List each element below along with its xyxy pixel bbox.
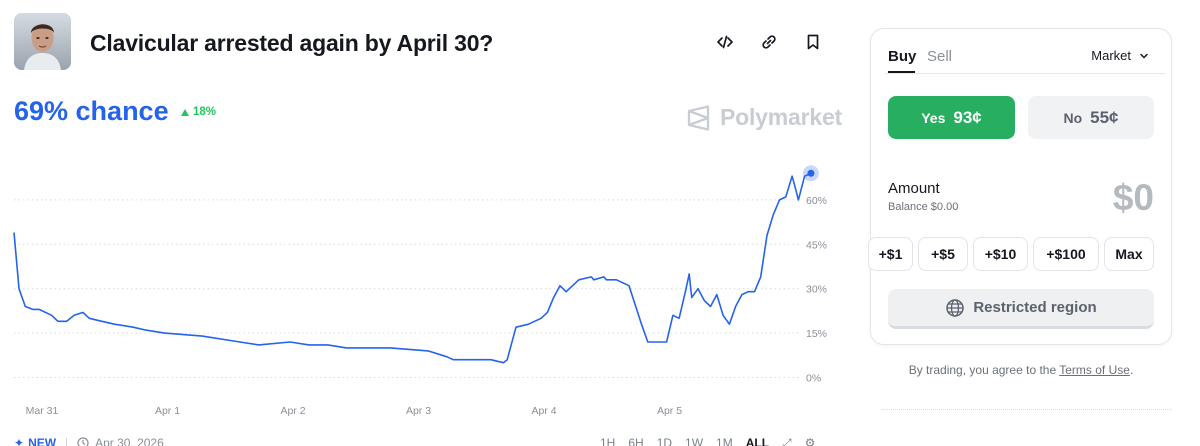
yes-price: 93¢ (953, 107, 982, 127)
market-avatar (14, 13, 71, 70)
range-all[interactable]: ALL (746, 436, 769, 446)
terms-notice: By trading, you agree to the Terms of Us… (870, 363, 1172, 377)
range-1w[interactable]: 1W (685, 436, 703, 446)
trade-panel: Buy Sell Market Yes 93¢ No 55¢ Amount Ba… (868, 28, 1172, 345)
quick-add-5-button[interactable]: +$5 (918, 237, 968, 271)
settings-icon[interactable]: ⚙ (805, 436, 816, 446)
new-badge: ✦ NEW (14, 436, 56, 446)
new-label: NEW (28, 436, 57, 446)
x-tick-label: Apr 2 (280, 405, 305, 417)
tab-buy[interactable]: Buy (888, 48, 916, 65)
restricted-label: Restricted region (973, 299, 1097, 316)
x-tick-label: Apr 4 (531, 405, 556, 417)
chance-value: 69% chance (14, 96, 169, 126)
tabs-divider (885, 73, 1165, 74)
x-tick-label: Apr 1 (155, 405, 180, 417)
quick-add-1-button[interactable]: +$1 (868, 237, 913, 271)
section-divider (882, 409, 1172, 410)
y-tick-label: 0% (806, 373, 821, 385)
amount-input[interactable]: $0 (1113, 177, 1154, 219)
chance-change: 18% (181, 106, 216, 118)
no-button[interactable]: No 55¢ (1028, 96, 1154, 139)
no-label: No (1063, 109, 1083, 126)
bookmark-icon[interactable] (801, 30, 825, 54)
order-type-dropdown[interactable]: Market (1091, 48, 1149, 63)
avatar-image (14, 13, 71, 70)
globe-icon (946, 298, 965, 317)
embed-code-icon[interactable] (713, 30, 737, 54)
range-1h[interactable]: 1H (600, 436, 615, 446)
current-point (807, 169, 815, 177)
max-button[interactable]: Max (1104, 237, 1154, 271)
sparkle-icon: ✦ (14, 436, 25, 446)
y-tick-label: 15% (806, 328, 827, 340)
range-6h[interactable]: 6H (628, 436, 643, 446)
x-tick-label: Apr 5 (657, 405, 682, 417)
link-icon[interactable] (757, 30, 781, 54)
end-date: Apr 30, 2026 (77, 436, 164, 446)
restricted-region-button[interactable]: Restricted region (888, 289, 1154, 329)
chart-footer: ✦ NEW Apr 30, 2026 (14, 436, 164, 446)
x-tick-label: Apr 3 (406, 405, 431, 417)
series-line (13, 172, 812, 364)
range-1d[interactable]: 1D (657, 436, 672, 446)
terms-link[interactable]: Terms of Use (1059, 363, 1130, 377)
polymarket-logo-icon (687, 104, 710, 131)
terms-prefix: By trading, you agree to the (908, 363, 1060, 377)
terms-suffix: . (1129, 363, 1134, 377)
expand-icon[interactable]: ⤢ (782, 436, 792, 446)
amount-label: Amount (888, 180, 940, 197)
chance-change-value: 18% (193, 106, 217, 118)
quick-add-10-button[interactable]: +$10 (973, 237, 1028, 271)
end-date-text: Apr 30, 2026 (95, 436, 164, 446)
quick-add-100-button[interactable]: +$100 (1033, 237, 1099, 271)
polymarket-watermark: Polymarket (686, 104, 842, 131)
time-range-selector: 1H 6H 1D 1W 1M ALL ⤢ ⚙ (600, 436, 815, 446)
yes-button[interactable]: Yes 93¢ (888, 96, 1015, 139)
tab-sell[interactable]: Sell (927, 48, 952, 65)
divider (66, 437, 68, 446)
x-tick-label: Mar 31 (26, 405, 59, 417)
order-type-label: Market (1091, 48, 1131, 63)
y-tick-label: 45% (806, 239, 827, 251)
range-1m[interactable]: 1M (716, 436, 733, 446)
price-chart: 0% 15% 30% 45% 60% Mar 31 Apr 1 Apr 2 Apr 3 Apr 4… (13, 165, 827, 417)
clock-icon (77, 437, 89, 446)
market-title: Clavicular arrested again by April 30? (90, 30, 494, 56)
no-price: 55¢ (1090, 107, 1119, 127)
balance-text: Balance $0.00 (888, 201, 959, 213)
y-tick-label: 60% (806, 195, 827, 207)
yes-label: Yes (921, 109, 946, 126)
y-tick-label: 30% (806, 284, 827, 296)
brand-name: Polymarket (720, 104, 843, 130)
chevron-down-icon (1140, 53, 1148, 59)
up-arrow-icon (181, 108, 189, 116)
